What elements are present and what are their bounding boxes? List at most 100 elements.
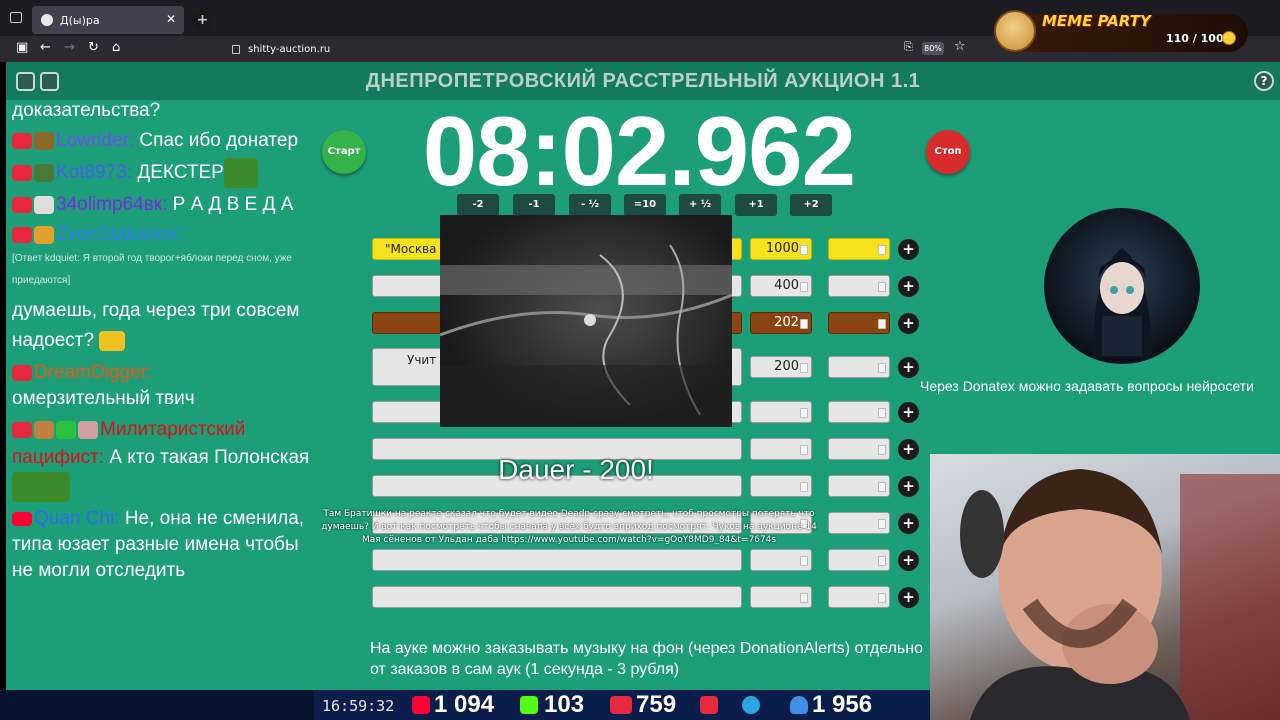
chat-message: 34olimp64вк: Р А Д В Е Д А — [12, 192, 312, 218]
video-overlay — [440, 215, 732, 427]
timer-plus-1-button[interactable]: +1 — [735, 194, 777, 216]
chat-text: Спас ибо донатер — [134, 130, 299, 151]
emote-icon — [34, 420, 54, 439]
reload-icon[interactable]: ↻ — [88, 40, 99, 55]
lot-add-amount-input[interactable] — [828, 275, 890, 297]
lot-add-amount-input[interactable] — [828, 312, 890, 334]
home-icon[interactable]: ⌂ — [112, 40, 120, 55]
tab-title: Д(ы)ра — [60, 13, 100, 27]
tab-list-icon[interactable] — [10, 12, 22, 23]
play-icon — [700, 696, 718, 714]
chat-nick: Quan Chi: — [34, 508, 120, 529]
lot-amount-input[interactable] — [750, 549, 812, 571]
chat-reply: [Ответ kdquiet: Я второй год творог+ябло… — [12, 253, 292, 286]
back-icon[interactable]: ← — [40, 40, 51, 55]
lock-icon — [232, 44, 240, 54]
sidebar-toggle-icon[interactable]: ▣ — [16, 40, 28, 55]
timer-set-10-button[interactable]: =10 — [624, 194, 666, 216]
lot-amount-input[interactable] — [750, 438, 812, 460]
lot-name-input[interactable] — [372, 586, 742, 608]
lot-amount-input[interactable]: 200 — [750, 356, 812, 378]
live-badge-icon — [12, 421, 32, 438]
lot-add-amount-input[interactable] — [828, 356, 890, 378]
video-frame-icon — [440, 244, 732, 427]
chat-text: Р А Д В Е Д А — [167, 194, 294, 215]
emote-icon — [34, 225, 54, 244]
lot-amount-input[interactable] — [750, 475, 812, 497]
live-badge-icon — [12, 132, 32, 149]
chat-text: доказательства? — [12, 100, 161, 121]
timer-minus-half-button[interactable]: - ½ — [569, 194, 611, 216]
meme-party-widget: MEME PARTY 110 / 1000 — [994, 10, 1248, 52]
timer-minus-1-button[interactable]: -1 — [513, 194, 555, 216]
timer-plus-2-button[interactable]: +2 — [790, 194, 832, 216]
emote-icon — [34, 164, 54, 182]
start-button[interactable]: Старт — [322, 130, 366, 174]
save-page-icon[interactable]: ⎘ — [904, 40, 913, 54]
site-title: ДНЕПРОПЕТРОВСКИЙ РАССТРЕЛЬНЫЙ АУКЦИОН 1.… — [365, 70, 921, 92]
telegram-icon — [742, 696, 760, 714]
emote-icon — [56, 420, 76, 439]
lot-amount-input[interactable] — [750, 586, 812, 608]
youtube-icon — [412, 696, 430, 714]
new-tab-icon[interactable]: + — [192, 10, 213, 31]
chat-text: думаешь, года через три совсем надоест? — [12, 300, 300, 351]
timer-minus-2-button[interactable]: -2 — [457, 194, 499, 216]
lot-add-button[interactable]: + — [898, 239, 919, 260]
chat-message: Quan Chi: Не, она не сменила, типа юзает… — [12, 506, 312, 584]
lot-add-button[interactable]: + — [898, 439, 919, 460]
url-bar[interactable]: shitty-auction.ru — [204, 38, 974, 60]
webcam-feed — [930, 454, 1280, 720]
lot-add-amount-input[interactable] — [828, 586, 890, 608]
bookmark-star-icon[interactable]: ☆ — [954, 39, 966, 54]
kick-viewers: 103 — [544, 691, 585, 718]
lot-amount-input[interactable]: 1000 — [750, 238, 812, 260]
lot-add-button[interactable]: + — [898, 357, 919, 378]
screen: Д(ы)ра ✕ + ▣ ← → ↻ ⌂ shitty-auction.ru ⎘… — [0, 0, 1280, 720]
stop-button[interactable]: Стоп — [926, 130, 970, 174]
lot-add-button[interactable]: + — [898, 587, 919, 608]
anime-girl-icon — [1092, 248, 1152, 358]
lot-add-amount-input[interactable] — [828, 475, 890, 497]
emote-icon — [78, 420, 98, 439]
lot-amount-input[interactable]: 400 — [750, 275, 812, 297]
lot-add-button[interactable]: + — [898, 402, 919, 423]
lot-add-button[interactable]: + — [898, 550, 919, 571]
lot-add-button[interactable]: + — [898, 276, 919, 297]
lot-add-amount-input[interactable] — [828, 438, 890, 460]
lot-add-button[interactable]: + — [898, 513, 919, 534]
live-badge-icon — [12, 196, 32, 213]
lot-amount-input[interactable]: 202 — [750, 312, 812, 334]
zoom-level[interactable]: 80% — [922, 42, 944, 55]
lot-name-input[interactable] — [372, 549, 742, 571]
browser-tab[interactable]: Д(ы)ра ✕ — [32, 6, 184, 34]
live-badge-icon — [12, 226, 32, 243]
anime-avatar — [1044, 208, 1200, 364]
live-icon — [610, 696, 632, 714]
lot-add-button[interactable]: + — [898, 313, 919, 334]
close-tab-icon[interactable]: ✕ — [166, 12, 176, 26]
lot-add-amount-input[interactable] — [828, 549, 890, 571]
emote-icon — [34, 131, 54, 150]
lot-add-amount-input[interactable] — [828, 512, 890, 534]
forward-icon[interactable]: → — [64, 40, 75, 55]
help-button[interactable]: ? — [1254, 71, 1274, 91]
chat-nick: ZvonStakanov: — [56, 224, 183, 245]
youtube-viewers: 1 094 — [434, 691, 495, 718]
kick-icon — [520, 696, 538, 714]
lot-amount-input[interactable] — [750, 401, 812, 423]
chat-message: ZvonStakanov: [Ответ kdquiet: Я второй г… — [12, 222, 312, 292]
live-viewers: 759 — [636, 691, 677, 718]
live-badge-icon — [12, 165, 32, 181]
auction-timer: 08:02.962 — [422, 96, 856, 206]
streamer-camera-icon — [960, 469, 1280, 720]
timer-plus-half-button[interactable]: + ½ — [679, 194, 721, 216]
pepe-emote-icon — [223, 158, 258, 188]
lot-add-amount-input[interactable] — [828, 401, 890, 423]
lot-add-amount-input[interactable] — [828, 238, 890, 260]
lot-add-button[interactable]: + — [898, 476, 919, 497]
total-viewers: 1 956 — [812, 691, 873, 718]
chat-nick: DreamDigger: — [34, 362, 153, 383]
meme-party-title: MEME PARTY — [1042, 12, 1151, 30]
laugh-emote-icon — [99, 330, 126, 351]
